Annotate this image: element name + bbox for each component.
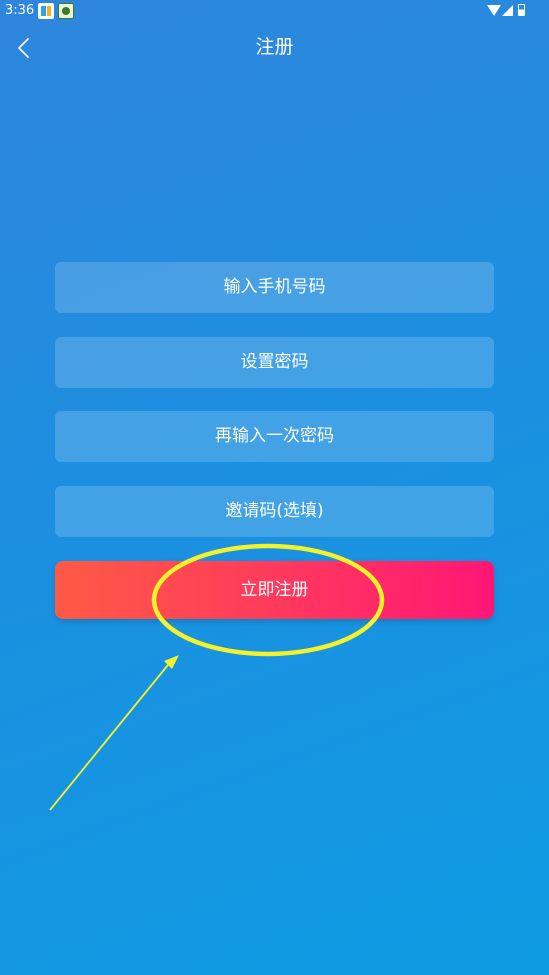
page-title: 注册 [255, 36, 294, 58]
register-screen: 3:36 注册 输入手机号码 设置密码 再输入一次密码 邀请码(选填) 立即注册 [0, 0, 549, 975]
battery-icon [518, 4, 525, 16]
invite-code-input[interactable]: 邀请码(选填) [55, 486, 494, 537]
invite-placeholder: 邀请码(选填) [225, 501, 324, 521]
annotation-arrow-line [49, 659, 173, 811]
status-time: 3:36 [5, 3, 35, 18]
status-bar: 3:36 [0, 0, 549, 22]
password-confirm-input[interactable]: 再输入一次密码 [55, 411, 494, 462]
wifi-icon [487, 5, 501, 16]
signal-icon [502, 5, 513, 16]
register-button-label: 立即注册 [240, 580, 309, 600]
password-input[interactable]: 设置密码 [55, 337, 494, 388]
password-placeholder: 设置密码 [240, 352, 309, 372]
annotation-arrow-head [164, 655, 179, 669]
password-confirm-placeholder: 再输入一次密码 [215, 426, 334, 446]
status-indicators [487, 3, 527, 19]
phone-placeholder: 输入手机号码 [223, 277, 326, 297]
phone-input[interactable]: 输入手机号码 [55, 262, 494, 313]
app-notification-icon [38, 3, 54, 19]
app-notification-icon [58, 3, 74, 19]
register-button[interactable]: 立即注册 [55, 561, 494, 619]
